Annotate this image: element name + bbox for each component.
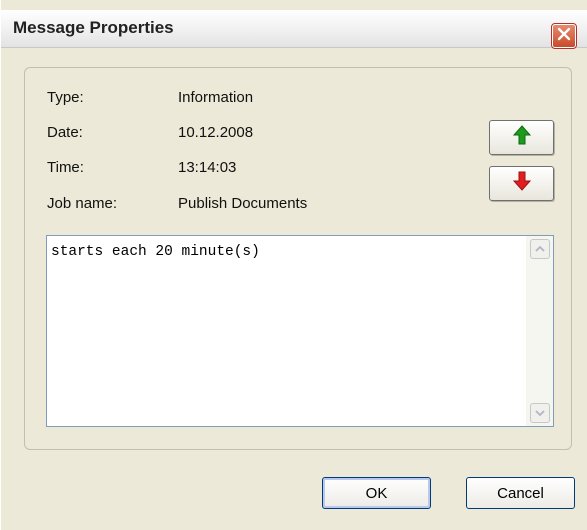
chevron-down-icon (535, 404, 545, 422)
type-value: Information (178, 89, 254, 106)
close-button[interactable] (551, 23, 577, 49)
chevron-up-icon (535, 240, 545, 258)
window-title: Message Properties (13, 18, 174, 37)
previous-message-button[interactable] (489, 120, 554, 155)
title-bar[interactable]: Message Properties (1, 10, 587, 49)
red-arrow-down-icon (512, 171, 531, 196)
message-properties-dialog: Message Properties Type: Information Dat… (0, 0, 587, 530)
close-icon (557, 27, 571, 46)
time-value: 13:14:03 (178, 159, 237, 176)
job-name-label: Job name: (47, 195, 118, 212)
scroll-up-button[interactable] (530, 239, 550, 259)
scroll-down-button[interactable] (530, 403, 550, 423)
type-label: Type: (47, 89, 84, 106)
date-label: Date: (47, 124, 83, 141)
job-name-value: Publish Documents (178, 195, 308, 212)
message-text-area[interactable]: starts each 20 minute(s) (46, 235, 554, 427)
date-value: 10.12.2008 (178, 124, 254, 141)
cancel-button[interactable]: Cancel (466, 477, 575, 509)
message-text: starts each 20 minute(s) (51, 244, 260, 260)
ok-button[interactable]: OK (322, 477, 431, 509)
green-arrow-up-icon (512, 125, 531, 150)
vertical-scrollbar[interactable] (526, 236, 553, 426)
next-message-button[interactable] (489, 166, 554, 201)
time-label: Time: (47, 159, 84, 176)
